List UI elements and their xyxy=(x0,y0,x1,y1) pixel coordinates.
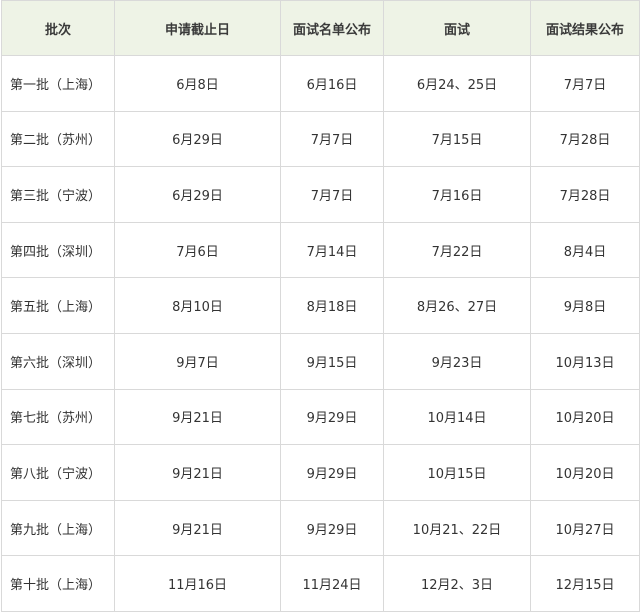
deadline-cell: 6月8日 xyxy=(114,55,281,112)
result-release-cell: 9月8日 xyxy=(530,277,640,334)
header-result-release: 面试结果公布 xyxy=(530,0,640,56)
list-release-cell: 8月18日 xyxy=(280,277,384,334)
header-batch: 批次 xyxy=(1,0,115,56)
batch-cell: 第五批（上海） xyxy=(1,277,115,334)
table-header: 批次 申请截止日 面试名单公布 面试 面试结果公布 xyxy=(1,0,640,56)
header-interview: 面试 xyxy=(383,0,531,56)
table-row: 第十批（上海） 11月16日 11月24日 12月2、3日 12月15日 xyxy=(1,555,640,612)
list-release-cell: 7月14日 xyxy=(280,221,384,279)
list-release-cell: 7月7日 xyxy=(280,166,384,223)
table-row: 第六批（深圳） 9月7日 9月15日 9月23日 10月13日 xyxy=(1,332,640,390)
deadline-cell: 9月21日 xyxy=(114,499,281,557)
batch-cell: 第九批（上海） xyxy=(1,499,115,557)
interview-cell: 10月14日 xyxy=(383,388,531,446)
result-release-cell: 10月13日 xyxy=(530,332,640,390)
result-release-cell: 10月27日 xyxy=(530,499,640,557)
batch-cell: 第六批（深圳） xyxy=(1,332,115,390)
deadline-cell: 6月29日 xyxy=(114,166,281,223)
interview-cell: 7月22日 xyxy=(383,221,531,279)
interview-cell: 10月21、22日 xyxy=(383,499,531,557)
list-release-cell: 6月16日 xyxy=(280,55,384,112)
table-row: 第二批（苏州） 6月29日 7月7日 7月15日 7月28日 xyxy=(1,110,640,168)
batch-cell: 第四批（深圳） xyxy=(1,221,115,279)
deadline-cell: 9月21日 xyxy=(114,444,281,501)
interview-cell: 6月24、25日 xyxy=(383,55,531,112)
deadline-cell: 9月7日 xyxy=(114,332,281,390)
header-application-deadline: 申请截止日 xyxy=(114,0,281,56)
header-row: 批次 申请截止日 面试名单公布 面试 面试结果公布 xyxy=(1,0,640,56)
result-release-cell: 10月20日 xyxy=(530,444,640,501)
list-release-cell: 9月29日 xyxy=(280,388,384,446)
interview-cell: 12月2、3日 xyxy=(383,555,531,612)
batch-cell: 第十批（上海） xyxy=(1,555,115,612)
interview-cell: 7月16日 xyxy=(383,166,531,223)
batch-cell: 第二批（苏州） xyxy=(1,110,115,168)
table-row: 第九批（上海） 9月21日 9月29日 10月21、22日 10月27日 xyxy=(1,499,640,557)
deadline-cell: 6月29日 xyxy=(114,110,281,168)
result-release-cell: 8月4日 xyxy=(530,221,640,279)
interview-cell: 7月15日 xyxy=(383,110,531,168)
deadline-cell: 8月10日 xyxy=(114,277,281,334)
table-row: 第八批（宁波） 9月21日 9月29日 10月15日 10月20日 xyxy=(1,444,640,501)
result-release-cell: 10月20日 xyxy=(530,388,640,446)
list-release-cell: 9月29日 xyxy=(280,444,384,501)
table-row: 第一批（上海） 6月8日 6月16日 6月24、25日 7月7日 xyxy=(1,55,640,112)
deadline-cell: 9月21日 xyxy=(114,388,281,446)
list-release-cell: 9月15日 xyxy=(280,332,384,390)
list-release-cell: 11月24日 xyxy=(280,555,384,612)
schedule-table: 批次 申请截止日 面试名单公布 面试 面试结果公布 第一批（上海） 6月8日 6… xyxy=(1,0,640,612)
batch-cell: 第七批（苏州） xyxy=(1,388,115,446)
batch-cell: 第一批（上海） xyxy=(1,55,115,112)
result-release-cell: 7月7日 xyxy=(530,55,640,112)
interview-cell: 8月26、27日 xyxy=(383,277,531,334)
batch-cell: 第三批（宁波） xyxy=(1,166,115,223)
deadline-cell: 7月6日 xyxy=(114,221,281,279)
table-row: 第七批（苏州） 9月21日 9月29日 10月14日 10月20日 xyxy=(1,388,640,446)
batch-cell: 第八批（宁波） xyxy=(1,444,115,501)
table-row: 第三批（宁波） 6月29日 7月7日 7月16日 7月28日 xyxy=(1,166,640,223)
list-release-cell: 9月29日 xyxy=(280,499,384,557)
table-body: 第一批（上海） 6月8日 6月16日 6月24、25日 7月7日 第二批（苏州）… xyxy=(1,55,640,612)
table-row: 第五批（上海） 8月10日 8月18日 8月26、27日 9月8日 xyxy=(1,277,640,334)
header-interview-list-release: 面试名单公布 xyxy=(280,0,384,56)
table-row: 第四批（深圳） 7月6日 7月14日 7月22日 8月4日 xyxy=(1,221,640,279)
result-release-cell: 12月15日 xyxy=(530,555,640,612)
result-release-cell: 7月28日 xyxy=(530,166,640,223)
deadline-cell: 11月16日 xyxy=(114,555,281,612)
list-release-cell: 7月7日 xyxy=(280,110,384,168)
interview-cell: 10月15日 xyxy=(383,444,531,501)
interview-cell: 9月23日 xyxy=(383,332,531,390)
result-release-cell: 7月28日 xyxy=(530,110,640,168)
